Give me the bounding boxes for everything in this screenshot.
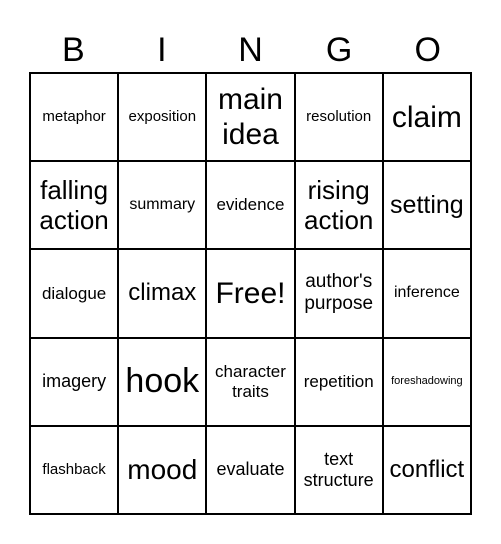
bingo-board: metaphor exposition main idea resolution… bbox=[29, 72, 472, 515]
cell-text: flashback bbox=[42, 461, 106, 479]
cell-text: imagery bbox=[42, 371, 107, 392]
cell-text: evidence bbox=[216, 195, 285, 215]
bingo-cell[interactable]: mood bbox=[119, 426, 208, 515]
cell-text: climax bbox=[128, 279, 197, 307]
bingo-cell[interactable]: rising action bbox=[295, 162, 384, 251]
header-letter-g: G bbox=[325, 31, 353, 69]
bingo-cell[interactable]: author's purpose bbox=[295, 250, 384, 339]
cell-text: conflict bbox=[389, 455, 465, 483]
bingo-cell[interactable]: repetition bbox=[295, 338, 384, 427]
cell-text: exposition bbox=[128, 108, 197, 126]
bingo-cell[interactable]: conflict bbox=[383, 426, 472, 515]
header-letter-b: B bbox=[61, 31, 85, 69]
bingo-cell[interactable]: evaluate bbox=[207, 426, 296, 515]
cell-text: inference bbox=[393, 284, 460, 302]
bingo-cell[interactable]: inference bbox=[383, 250, 472, 339]
cell-text: falling action bbox=[39, 174, 109, 236]
bingo-cell[interactable]: evidence bbox=[207, 162, 296, 251]
bingo-cell[interactable]: dialogue bbox=[31, 250, 120, 339]
cell-text: character traits bbox=[215, 361, 286, 401]
cell-text: text structure bbox=[303, 448, 374, 490]
bingo-cell[interactable]: imagery bbox=[31, 338, 120, 427]
bingo-cell[interactable]: resolution bbox=[295, 74, 384, 163]
bingo-cell[interactable]: foreshadowing bbox=[383, 338, 472, 427]
cell-text: claim bbox=[391, 100, 462, 134]
bingo-cell[interactable]: setting bbox=[383, 162, 472, 251]
bingo-cell[interactable]: main idea bbox=[207, 74, 296, 163]
cell-text: hook bbox=[125, 361, 200, 400]
bingo-header: B I N G O bbox=[29, 28, 472, 72]
bingo-cell[interactable]: exposition bbox=[119, 74, 208, 163]
header-letter-o: O bbox=[414, 31, 441, 69]
cell-text: rising action bbox=[304, 174, 374, 236]
cell-text: summary bbox=[129, 195, 196, 213]
cell-text: mood bbox=[127, 453, 198, 485]
bingo-cell[interactable]: text structure bbox=[295, 426, 384, 515]
bingo-cell[interactable]: summary bbox=[119, 162, 208, 251]
cell-text: repetition bbox=[303, 371, 374, 391]
bingo-cell[interactable]: flashback bbox=[31, 426, 120, 515]
cell-text: resolution bbox=[306, 108, 372, 126]
cell-text: dialogue bbox=[41, 283, 107, 303]
bingo-cell[interactable]: metaphor bbox=[31, 74, 120, 163]
bingo-cell[interactable]: character traits bbox=[207, 338, 296, 427]
free-space-cell[interactable]: Free! bbox=[207, 250, 296, 339]
cell-text: metaphor bbox=[42, 108, 106, 126]
bingo-cell[interactable]: climax bbox=[119, 250, 208, 339]
header-letter-n: N bbox=[238, 31, 263, 69]
cell-text: setting bbox=[390, 190, 464, 219]
bingo-cell[interactable]: claim bbox=[383, 74, 472, 163]
header-letter-i: I bbox=[157, 31, 167, 69]
cell-text: foreshadowing bbox=[391, 375, 463, 388]
bingo-cell[interactable]: hook bbox=[119, 338, 208, 427]
free-space-text: Free! bbox=[215, 276, 286, 310]
bingo-cell[interactable]: falling action bbox=[31, 162, 120, 251]
cell-text: evaluate bbox=[216, 459, 285, 480]
cell-text: main idea bbox=[217, 83, 283, 152]
cell-text: author's purpose bbox=[304, 271, 374, 315]
